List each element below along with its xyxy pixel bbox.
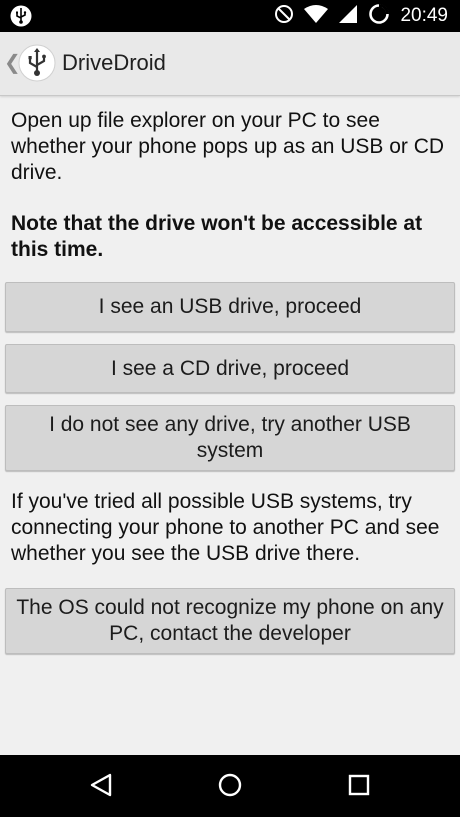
recents-square-icon[interactable] [346, 772, 372, 803]
signal-icon [338, 4, 358, 29]
cd-drive-proceed-button[interactable]: I see a CD drive, proceed [5, 344, 455, 393]
status-time: 20:49 [400, 5, 448, 26]
usb-drive-proceed-button[interactable]: I see an USB drive, proceed [5, 282, 455, 332]
home-circle-icon[interactable] [217, 772, 243, 803]
do-not-disturb-icon [274, 4, 294, 29]
intro-text: Open up file explorer on your PC to see … [11, 109, 445, 184]
usb-app-icon[interactable] [18, 44, 56, 87]
back-triangle-icon[interactable] [88, 772, 114, 803]
navigation-bar [0, 755, 460, 817]
wifi-icon [304, 4, 329, 29]
hint-text: If you've tried all possible USB systems… [11, 490, 440, 565]
note-text: Note that the drive won't be accessible … [11, 212, 423, 261]
contact-developer-button[interactable]: The OS could not recognize my phone on a… [5, 588, 455, 654]
status-bar: 20:49 [0, 0, 460, 32]
action-bar: ❮ DriveDroid [0, 32, 460, 96]
usb-icon [10, 5, 32, 32]
battery-charging-icon [368, 3, 390, 30]
try-another-usb-system-button[interactable]: I do not see any drive, try another USB … [5, 405, 455, 471]
app-title: DriveDroid [62, 50, 166, 75]
